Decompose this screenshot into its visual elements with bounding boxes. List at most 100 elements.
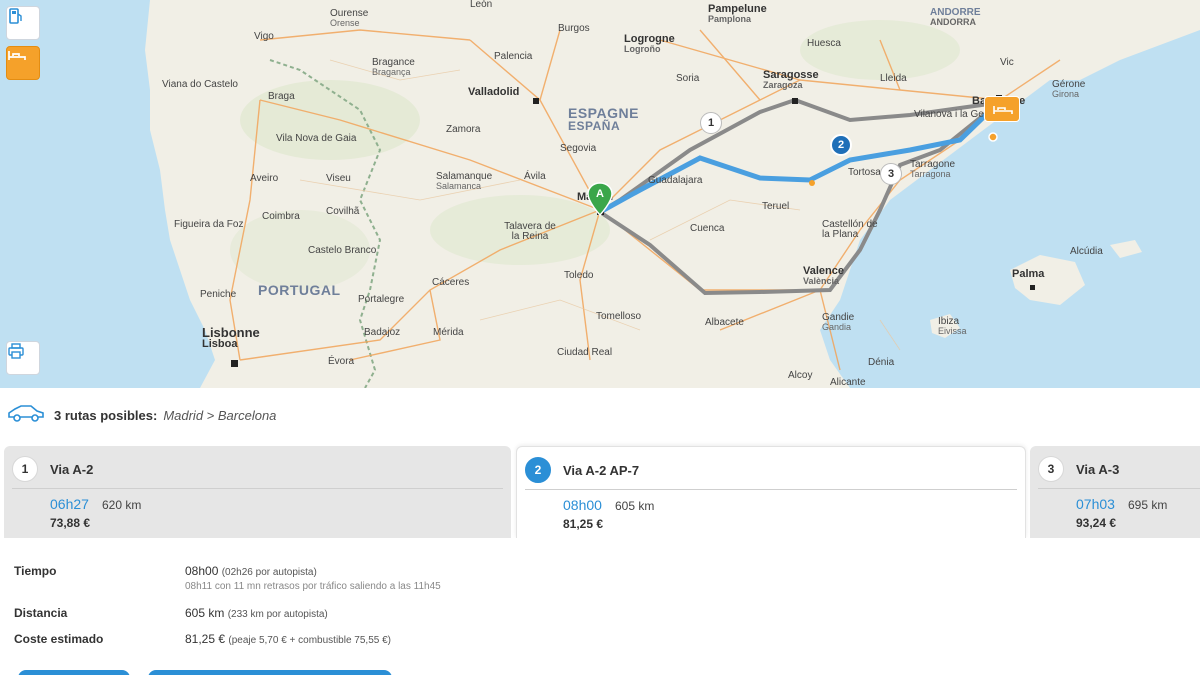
city-label: Ávila — [524, 172, 546, 182]
city-name: Évora — [328, 356, 355, 367]
city-label: Zamora — [446, 125, 480, 135]
city-name: Segovia — [560, 143, 597, 154]
city-label: Vigo — [254, 32, 274, 42]
divider — [12, 488, 503, 489]
city-name: Huesca — [807, 38, 841, 49]
distance-value-main: 605 km — [185, 606, 225, 620]
city-label: Coimbra — [262, 212, 300, 222]
time-traffic-note: 08h11 con 11 mn retrasos por tráfico sal… — [185, 581, 441, 592]
city-name: Alicante — [830, 377, 866, 388]
city-label: Ourense Orense — [330, 9, 368, 28]
city-label: Toledo — [564, 271, 593, 281]
city-label: Braga — [268, 92, 295, 102]
city-name: León — [470, 0, 493, 10]
city-name: Burgos — [558, 23, 590, 34]
city-label: Cuenca — [690, 224, 724, 234]
route-time: 06h27 — [50, 496, 89, 512]
distance-value: 605 km (233 km por autopista) — [185, 606, 328, 620]
city-label: Portalegre — [358, 295, 404, 305]
country-name: PORTUGAL — [258, 282, 341, 298]
city-label: Huesca — [807, 39, 841, 49]
city-label: Gandie Gandia — [822, 313, 854, 332]
city-native-name: Girona — [1052, 89, 1080, 99]
city-name: Cuenca — [690, 223, 725, 234]
city-name: Albacete — [705, 317, 744, 328]
route-cost: 93,24 € — [1076, 516, 1117, 530]
route-card-2[interactable]: 2 Via A-2 AP-7 08h00 605 km 81,25 € — [516, 446, 1026, 538]
city-name: Tortosa — [848, 167, 881, 178]
city-name: Vila Nova de Gaia — [276, 133, 357, 144]
time-value: 08h00 (02h26 por autopista) — [185, 564, 317, 578]
city-name: Lleida — [880, 73, 907, 84]
city-name: Vic — [1000, 57, 1014, 68]
route-map[interactable]: ESPAGNE ESPAÑA PORTUGAL ANDORRE ANDORRA … — [0, 0, 1200, 388]
city-label: Dénia — [868, 358, 894, 368]
city-name: Dénia — [868, 357, 895, 368]
city-name: Ávila — [524, 171, 546, 182]
route-details: Tiempo 08h00 (02h26 por autopista) 08h11… — [0, 538, 1200, 675]
route-card-1[interactable]: 1 Via A-2 06h27 620 km 73,88 € — [4, 446, 511, 538]
destination-marker-icon[interactable] — [984, 96, 1020, 122]
hotel-button[interactable] — [6, 46, 40, 80]
city-name: Braga — [268, 91, 295, 102]
city-label: Talavera de la Reina — [500, 222, 560, 242]
city-name: Peniche — [200, 289, 237, 300]
city-label: Bragance Bragança — [372, 58, 415, 77]
city-label: Alcúdia — [1070, 247, 1103, 257]
city-label: Burgos — [558, 24, 590, 34]
city-name: Viseu — [326, 173, 351, 184]
route-name: Via A-3 — [1076, 461, 1120, 477]
city-name: Talavera de la Reina — [504, 221, 556, 242]
city-native-name: Bragança — [372, 67, 411, 77]
city-label: Vila Nova de Gaia — [276, 134, 356, 144]
action-button-secondary[interactable] — [148, 670, 392, 675]
distance-label: Distancia — [14, 606, 68, 620]
city-label: Aveiro — [250, 174, 278, 184]
print-button[interactable] — [6, 341, 40, 375]
city-native-name: Tarragona — [910, 169, 951, 179]
route-cost: 81,25 € — [563, 517, 604, 531]
city-label: Figueira da Foz — [174, 220, 243, 230]
city-name: Badajoz — [364, 327, 401, 338]
city-label: Castelo Branco — [308, 246, 376, 256]
route-distance: 620 km — [102, 498, 142, 512]
city-label: Mérida — [433, 328, 464, 338]
city-name: Castellón de la Plana — [822, 219, 878, 240]
cost-value-main: 81,25 € — [185, 632, 226, 646]
route-marker-3[interactable]: 3 — [880, 163, 902, 185]
car-icon — [6, 403, 46, 428]
route-marker-2[interactable]: 2 — [830, 134, 852, 156]
city-name: Aveiro — [250, 173, 279, 184]
city-label: Soria — [676, 74, 699, 84]
city-name: Ciudad Real — [557, 347, 613, 358]
city-name: Viana do Castelo — [162, 79, 238, 90]
route-card-3[interactable]: 3 Via A-3 07h03 695 km 93,24 € — [1030, 446, 1200, 538]
route-name: Via A-2 AP-7 — [563, 462, 640, 478]
city-label: Lleida — [880, 74, 907, 84]
fuel-station-button[interactable] — [6, 6, 40, 40]
route-marker-1[interactable]: 1 — [700, 112, 722, 134]
country-label-andorra: ANDORRE ANDORRA — [930, 8, 981, 27]
city-native-name: Zaragoza — [763, 80, 803, 90]
city-label: Évora — [328, 357, 354, 367]
city-native-name: Gandia — [822, 322, 852, 332]
action-button-primary[interactable] — [18, 670, 130, 675]
cost-value: 81,25 € (peaje 5,70 € + combustible 75,5… — [185, 632, 391, 646]
start-marker-label: A — [596, 188, 604, 200]
time-value-main: 08h00 — [185, 564, 219, 578]
city-label: Peniche — [200, 290, 236, 300]
country-label-spain: ESPAGNE ESPAÑA — [568, 106, 639, 132]
city-label: Logrogne Logroño — [624, 34, 675, 54]
city-label: Palencia — [494, 52, 532, 62]
route-number-badge: 3 — [1038, 456, 1064, 482]
city-native-name: Lisboa — [202, 338, 238, 350]
city-label: Ibiza Eivissa — [938, 317, 967, 336]
city-label: Lisbonne Lisboa — [202, 326, 260, 350]
city-name: Mérida — [433, 327, 464, 338]
route-number-badge: 2 — [525, 457, 551, 483]
route-name: Via A-2 — [50, 461, 94, 477]
route-time: 08h00 — [563, 497, 602, 513]
city-label: Albacete — [705, 318, 744, 328]
start-marker-icon[interactable]: A — [586, 182, 614, 216]
city-native-name: Orense — [330, 18, 360, 28]
